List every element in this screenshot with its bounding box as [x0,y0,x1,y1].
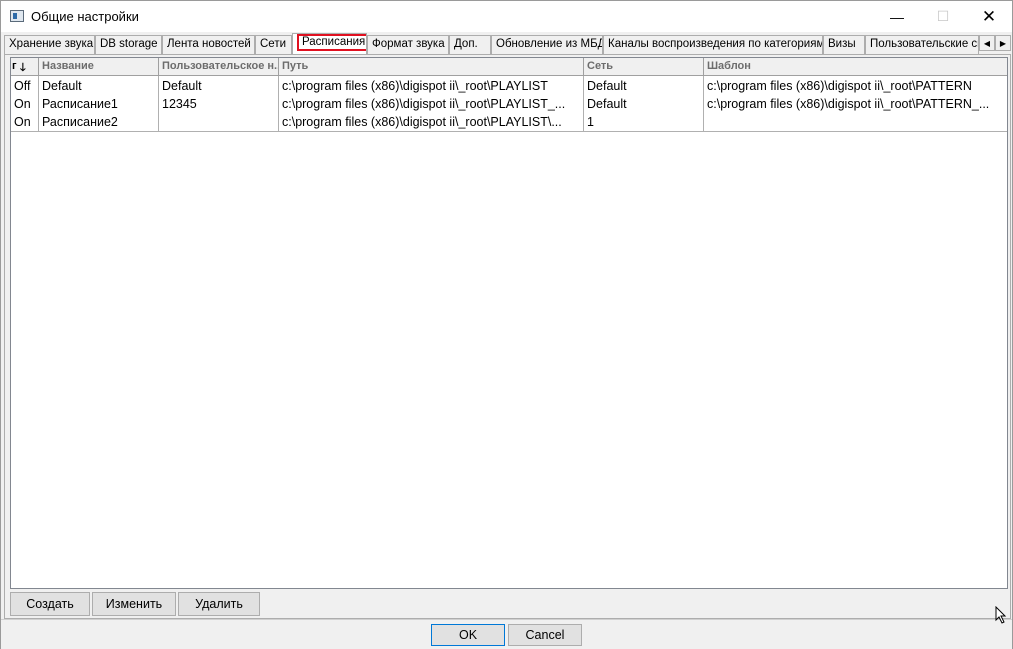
tab-label: Расписания [297,34,366,51]
tab-scroll-left-button[interactable]: ◀ [979,35,995,51]
tab-label: Хранение звука [9,38,94,50]
cell-state: Off [14,79,31,93]
delete-button[interactable]: Удалить [178,592,260,616]
sort-marker: г [12,60,17,72]
tab-label: Каналы воспроизведения по категориям [608,38,823,50]
cell-network: Default [587,79,627,93]
cell-custom-name: Default [162,79,202,93]
cell-network: 1 [587,115,594,129]
grid-divider [703,76,704,131]
table-row[interactable]: On Расписание1 12345 c:\program files (x… [11,95,1007,113]
cell-path: c:\program files (x86)\digispot ii\_root… [282,79,548,93]
maximize-icon: ☐ [936,8,950,24]
app-window-icon [10,10,24,22]
cell-custom-name: 12345 [162,97,197,111]
maximize-button[interactable]: ☐ [920,1,966,32]
tab-custom-properties[interactable]: Пользовательские св... [865,35,979,54]
header-template[interactable]: Шаблон [704,58,1007,76]
header-path[interactable]: Путь [279,58,584,76]
cell-network: Default [587,97,627,111]
header-network[interactable]: Сеть [584,58,704,76]
tab-label: Лента новостей [167,38,251,50]
grid-divider [278,76,279,131]
cell-custom-name [159,113,279,131]
tab-sound-storage[interactable]: Хранение звука [4,35,95,54]
table-row[interactable]: Off Default Default c:\program files (x8… [11,77,1007,95]
mouse-cursor-icon [995,606,1007,624]
close-button[interactable]: ✕ [966,1,1012,32]
tab-playback-channels[interactable]: Каналы воспроизведения по категориям [603,35,823,54]
table-row[interactable]: On Расписание2 c:\program files (x86)\di… [11,113,1007,131]
cell-state: On [14,115,31,129]
header-state[interactable]: г 🡓 [11,58,39,76]
grid-divider [583,76,584,131]
ok-button[interactable]: OK [431,624,505,646]
cell-name: Default [42,79,82,93]
arrow-left-icon: ◀ [983,38,991,48]
tab-label: Пользовательские св... [870,38,978,50]
minimize-button[interactable]: — [874,1,920,32]
tab-additional[interactable]: Доп. [449,35,491,54]
tab-label: Сети [260,38,287,50]
cell-name: Расписание2 [42,115,118,129]
cell-template [704,113,1007,131]
header-custom-name[interactable]: Пользовательское н... [159,58,279,76]
window-title: Общие настройки [31,9,139,24]
sort-down-arrow-icon: 🡓 [20,62,26,74]
grid-divider [158,76,159,131]
schedules-panel: г 🡓 Название Пользовательское н... Путь … [4,54,1011,619]
tab-label: Визы [828,38,856,50]
settings-window: Общие настройки — ☐ ✕ Хранение звука DB … [0,0,1013,649]
grid-divider [38,76,39,131]
arrow-right-icon: ▶ [999,38,1007,48]
create-button[interactable]: Создать [10,592,90,616]
tab-label: Формат звука [372,38,445,50]
edit-button[interactable]: Изменить [92,592,176,616]
cell-path: c:\program files (x86)\digispot ii\_root… [282,115,562,129]
tab-db-storage[interactable]: DB storage [95,35,162,54]
cell-path: c:\program files (x86)\digispot ii\_root… [282,97,566,111]
cell-state: On [14,97,31,111]
dialog-button-bar: OK Cancel [1,619,1012,649]
tab-schedules[interactable]: Расписания [292,33,367,54]
schedules-grid[interactable]: г 🡓 Название Пользовательское н... Путь … [10,57,1008,589]
cancel-button[interactable]: Cancel [508,624,582,646]
tab-label: Доп. [454,38,478,50]
tab-label: DB storage [100,38,158,50]
grid-header: г 🡓 Название Пользовательское н... Путь … [11,58,1007,76]
close-icon: ✕ [981,6,997,26]
tab-mbd-update[interactable]: Обновление из МБД [491,35,603,54]
tab-visas[interactable]: Визы [823,35,865,54]
tab-news-feed[interactable]: Лента новостей [162,35,255,54]
tab-scroll-right-button[interactable]: ▶ [995,35,1011,51]
tab-sound-format[interactable]: Формат звука [367,35,449,54]
cell-template: c:\program files (x86)\digispot ii\_root… [707,97,990,111]
header-name[interactable]: Название [39,58,159,76]
tab-strip: Хранение звука DB storage Лента новостей… [4,33,1011,54]
grid-divider [11,131,1007,132]
minimize-icon: — [890,8,904,25]
cell-name: Расписание1 [42,97,118,111]
title-bar: Общие настройки — ☐ ✕ [1,1,1012,32]
cell-template: c:\program files (x86)\digispot ii\_root… [707,79,972,93]
tab-label: Обновление из МБД [496,38,603,50]
tab-networks[interactable]: Сети [255,35,292,54]
